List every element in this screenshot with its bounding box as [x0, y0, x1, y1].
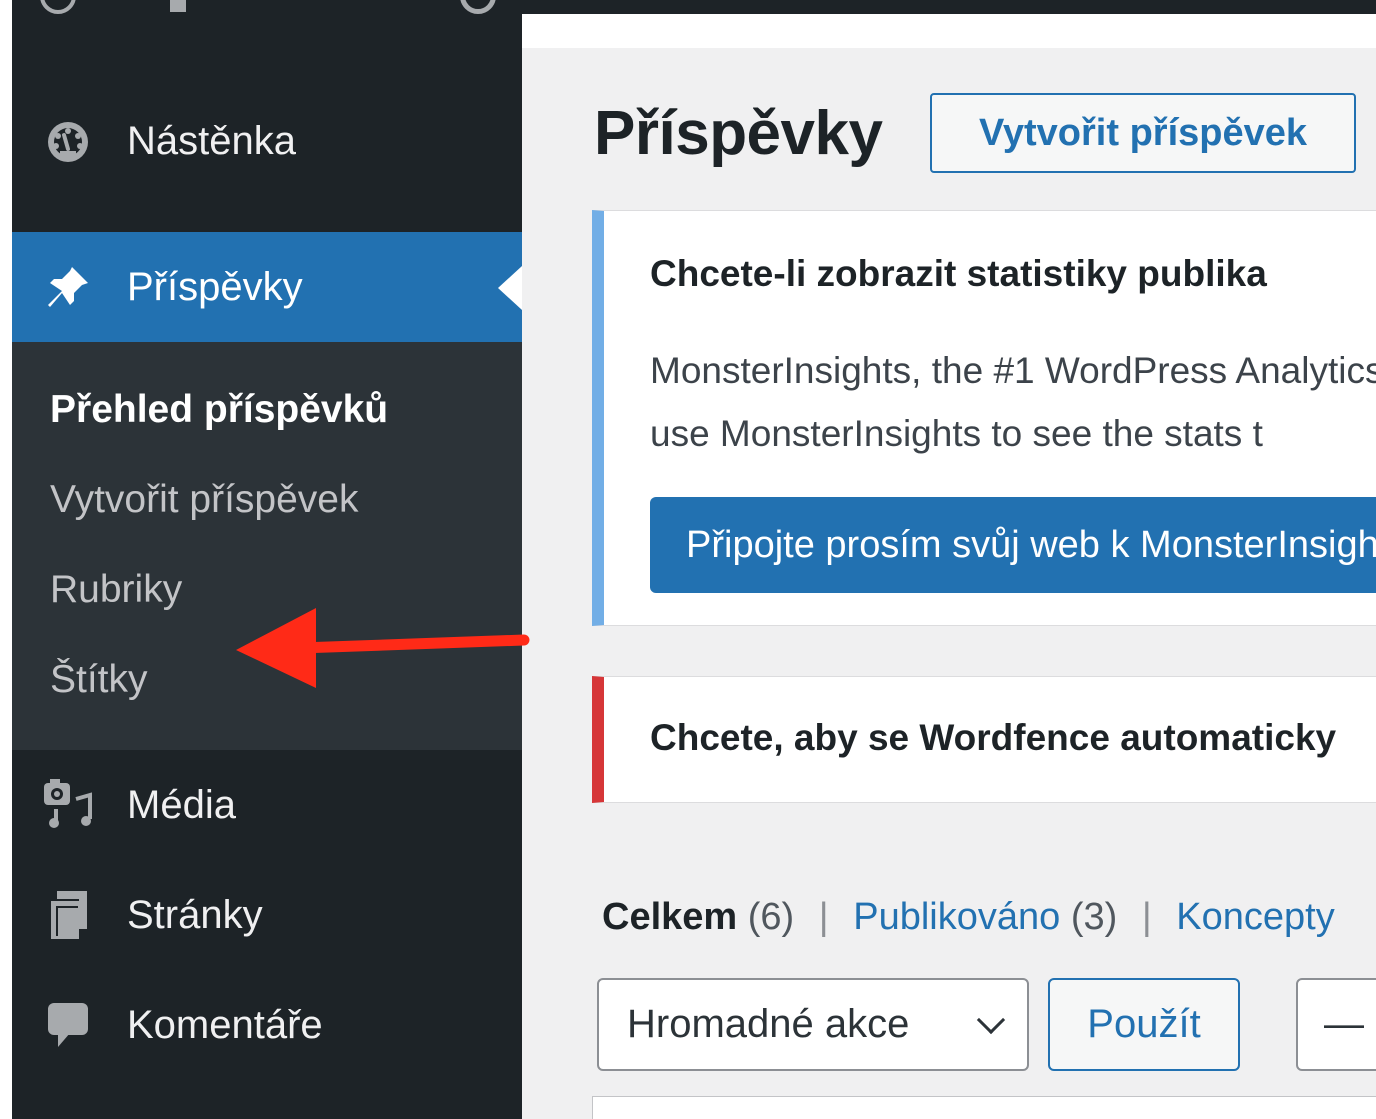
monsterinsights-notice: Chcete-li zobrazit statistiky publika Mo…: [592, 210, 1376, 626]
dashboard-icon: [42, 116, 94, 168]
updates-icon[interactable]: [460, 0, 496, 14]
media-icon: [42, 779, 94, 831]
notice-body-line-2: use MonsterInsights to see the stats t: [650, 413, 1263, 454]
submenu-item-tags[interactable]: Štítky: [50, 658, 148, 702]
admin-menu: Nástěnka Příspěvky Přehled příspěvků Vyt…: [12, 14, 522, 1119]
status-filter-links: Celkem (6) | Publikováno (3) | Koncepty: [602, 896, 1335, 939]
menu-label-comments: Komentáře: [127, 1002, 323, 1047]
filter-published-count: (3): [1070, 896, 1118, 938]
date-filter-select[interactable]: —: [1296, 978, 1376, 1071]
date-filter-value: —: [1324, 1002, 1364, 1046]
menu-item-posts[interactable]: Příspěvky: [12, 232, 522, 342]
wordpress-logo-icon[interactable]: [40, 0, 76, 14]
admin-bar: [12, 0, 1376, 14]
bulk-actions-select[interactable]: Hromadné akce: [597, 978, 1029, 1071]
wordfence-notice: Chcete, aby se Wordfence automaticky: [592, 676, 1376, 803]
add-new-post-button[interactable]: Vytvořit příspěvek: [930, 93, 1356, 173]
menu-item-pages[interactable]: Stránky: [12, 860, 522, 970]
filter-drafts[interactable]: Koncepty: [1176, 896, 1334, 938]
submenu-item-categories[interactable]: Rubriky: [50, 568, 182, 612]
page-title: Příspěvky: [594, 99, 883, 168]
filter-published[interactable]: Publikováno: [853, 896, 1060, 938]
menu-label-dashboard: Nástěnka: [127, 119, 296, 163]
filter-all[interactable]: Celkem: [602, 896, 737, 938]
chevron-down-icon: [976, 1005, 1006, 1035]
current-menu-notch: [498, 266, 522, 310]
menu-item-dashboard[interactable]: Nástěnka: [12, 84, 522, 199]
home-icon[interactable]: [170, 0, 186, 12]
bulk-actions-value: Hromadné akce: [627, 1002, 910, 1046]
submenu-item-all-posts[interactable]: Přehled příspěvků: [50, 388, 388, 432]
menu-label-media: Média: [127, 782, 236, 827]
menu-item-comments[interactable]: Komentáře: [12, 970, 522, 1080]
posts-table: [592, 1096, 1376, 1119]
pages-icon: [42, 889, 94, 941]
notice-body-line-1: MonsterInsights, the #1 WordPress Analyt…: [650, 350, 1376, 391]
pushpin-icon: [42, 261, 94, 313]
annotation-arrow-icon: [236, 608, 530, 688]
apply-bulk-action-button[interactable]: Použít: [1048, 978, 1240, 1071]
menu-item-media[interactable]: Média: [12, 750, 522, 860]
connect-monsterinsights-button[interactable]: Připojte prosím svůj web k MonsterInsigh…: [650, 497, 1376, 593]
page-margin: [0, 0, 12, 1119]
notice-title: Chcete, aby se Wordfence automaticky: [650, 717, 1337, 758]
main-content: Příspěvky Vytvořit příspěvek Chcete-li z…: [522, 48, 1376, 1119]
submenu-item-add-new[interactable]: Vytvořit příspěvek: [50, 478, 359, 522]
filter-separator: |: [818, 896, 829, 938]
menu-label-pages: Stránky: [127, 892, 263, 937]
notice-title: Chcete-li zobrazit statistiky publika: [650, 253, 1267, 294]
filter-all-count: (6): [747, 896, 795, 938]
filter-separator: |: [1141, 896, 1152, 938]
menu-label-posts: Příspěvky: [127, 264, 303, 309]
comment-icon: [42, 999, 94, 1051]
